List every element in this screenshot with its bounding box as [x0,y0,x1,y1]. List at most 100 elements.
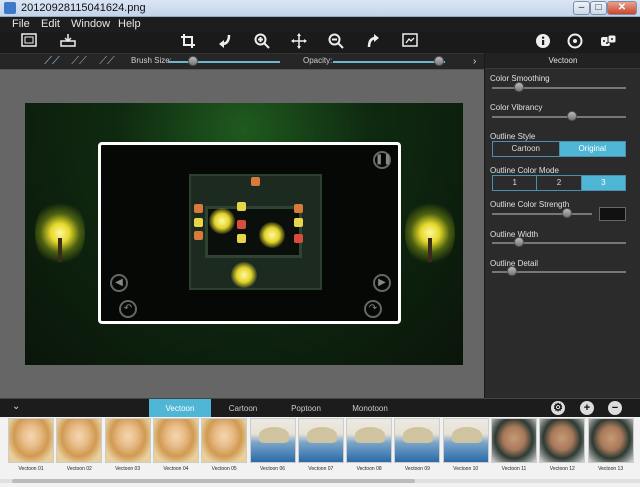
tab-poptoon[interactable]: Poptoon [275,399,337,418]
preset-thumbnail-image [491,418,537,463]
preset-thumbnail-image [539,418,586,463]
rotate-right-icon: ↷ [364,300,382,318]
preset-thumbnail-label: Vectoon 01 [18,466,44,472]
preset-thumbnail[interactable]: Vectoon 02 [55,417,103,472]
brush-size-slider[interactable] [168,61,280,63]
outline-color-strength-knob[interactable] [562,208,572,218]
preset-thumbnail[interactable]: Vectoon 04 [152,417,200,472]
tab-cartoon[interactable]: Cartoon [212,399,274,418]
preset-thumbnail-label: Vectoon 10 [453,466,479,472]
crop-icon[interactable] [178,33,198,51]
preset-settings-icon[interactable]: ⚙ [551,401,565,415]
outline-style-original[interactable]: Original [559,142,625,156]
settings-panel: Vectoon Color Smoothing Color Vibrancy O… [484,53,640,398]
preset-thumbnails: Vectoon 13 Vectoon 12 Vectoon 11 Vectoon 10… [0,417,640,487]
preset-thumbnail-label: Vectoon 11 [501,466,527,472]
right-torch-image [405,198,455,268]
app-icon [4,2,16,14]
outline-width-label: Outline Width [490,230,539,239]
outline-color-swatch[interactable] [599,207,626,221]
pause-icon: ❚❚ [373,151,392,169]
preset-thumbnail-image [297,418,344,463]
preset-thumbnail[interactable]: Vectoon 05 [200,417,248,472]
minimize-button[interactable]: – [573,1,590,15]
zoom-in-icon[interactable] [252,33,272,51]
brush-size-knob[interactable] [187,56,198,66]
panel-title: Vectoon [485,53,640,69]
thumbnail-scrollbar-thumb[interactable] [12,479,415,483]
preset-thumbnail[interactable]: Vectoon 13 [587,417,635,472]
preset-thumbnail-image [152,418,199,463]
preset-thumbnail[interactable]: Vectoon 06 [249,417,297,472]
outline-color-mode-label: Outline Color Mode [490,166,559,175]
preset-thumbnail-image [104,418,151,463]
menu-edit[interactable]: Edit [41,18,60,30]
info-icon[interactable] [533,33,553,51]
brush-toolbar: ⟋⟋ ⟋⟋ ⟋⟋ Brush Size: Opacity: [0,53,484,69]
preset-thumbnail[interactable]: Vectoon 03 [104,417,152,472]
tab-vectoon[interactable]: Vectoon [149,399,211,418]
outline-width-knob[interactable] [513,237,524,247]
preset-thumbnail[interactable]: Vectoon 08 [345,417,393,472]
outline-detail-knob[interactable] [507,266,518,276]
panel-toggle-chevron-icon[interactable]: › [473,56,476,67]
preset-thumbnail[interactable]: Vectoon 11 [490,417,538,472]
color-vibrancy-knob[interactable] [567,111,578,121]
brush-tool-2-icon[interactable]: ⟋⟋ [68,55,90,68]
save-icon[interactable] [58,33,78,51]
color-smoothing-knob[interactable] [513,82,524,92]
outline-color-mode-3[interactable]: 3 [581,176,625,190]
game-screen-image: ❚❚ ◀ ↶ ▶ ↷ [98,142,401,324]
menu-help[interactable]: Help [118,18,141,30]
opacity-slider[interactable] [333,61,445,63]
preset-thumbnail-image [442,418,489,463]
opacity-label: Opacity: [303,56,333,65]
preset-thumbnail-label: Vectoon 05 [211,466,237,472]
menu-file[interactable]: File [12,18,30,30]
outline-style-cartoon[interactable]: Cartoon [493,142,560,156]
open-image-icon[interactable] [19,33,39,51]
preset-thumbnail-label: Vectoon 13 [598,466,624,472]
preset-thumbnail[interactable]: Vectoon 09 [393,417,441,472]
preset-thumbnail-label: Vectoon 02 [66,466,92,472]
preset-thumbnail-image [394,418,441,463]
preset-thumbnail[interactable]: Vectoon 10 [442,417,490,472]
color-vibrancy-slider[interactable] [492,116,626,118]
brush-tool-3-icon[interactable]: ⟋⟋ [96,55,118,68]
preset-thumbnail-label: Vectoon 12 [549,466,575,472]
outline-color-strength-slider[interactable] [492,213,592,215]
dice-icon[interactable] [599,33,619,51]
preset-thumbnail-image [8,418,54,463]
game-board [189,174,322,290]
preset-thumbnail-label: Vectoon 08 [356,466,382,472]
zoom-out-icon[interactable] [326,33,346,51]
outline-color-mode-2[interactable]: 2 [537,176,582,190]
preset-thumbnail-label: Vectoon 03 [115,466,141,472]
preset-thumbnail-label: Vectoon 06 [259,466,286,472]
left-arrow-icon: ◀ [110,274,128,292]
outline-color-mode-1[interactable]: 1 [493,176,538,190]
outline-width-slider[interactable] [492,242,626,244]
opacity-knob[interactable] [434,56,445,66]
outline-style-segmented: Cartoon Original [492,141,626,157]
redo-icon[interactable] [363,33,383,51]
menu-window[interactable]: Window [71,18,110,30]
maximize-button[interactable]: □ [590,1,607,15]
add-preset-icon[interactable]: + [580,401,594,415]
fit-screen-icon[interactable] [400,33,420,51]
preset-thumbnail[interactable]: Vectoon 01 [7,417,55,472]
undo-icon[interactable] [215,33,235,51]
remove-preset-icon[interactable]: − [608,401,622,415]
settings-icon[interactable] [565,33,585,51]
outline-color-strength-label: Outline Color Strength [490,200,570,209]
brush-tool-1-icon[interactable]: ⟋⟋ [41,55,63,68]
style-tabs-bar: ⌄ Vectoon Cartoon Poptoon Monotoon ⚙ + − [0,398,640,418]
preset-thumbnail[interactable]: Vectoon 07 [297,417,345,472]
preset-thumbnail[interactable]: Vectoon 12 [538,417,586,472]
collapse-strip-chevron-icon[interactable]: ⌄ [12,401,20,412]
pan-icon[interactable] [289,33,309,51]
close-button[interactable]: ✕ [607,1,637,15]
preset-thumbnail-label: Vectoon 07 [308,466,334,472]
color-smoothing-slider[interactable] [492,87,626,89]
tab-monotoon[interactable]: Monotoon [339,399,401,418]
